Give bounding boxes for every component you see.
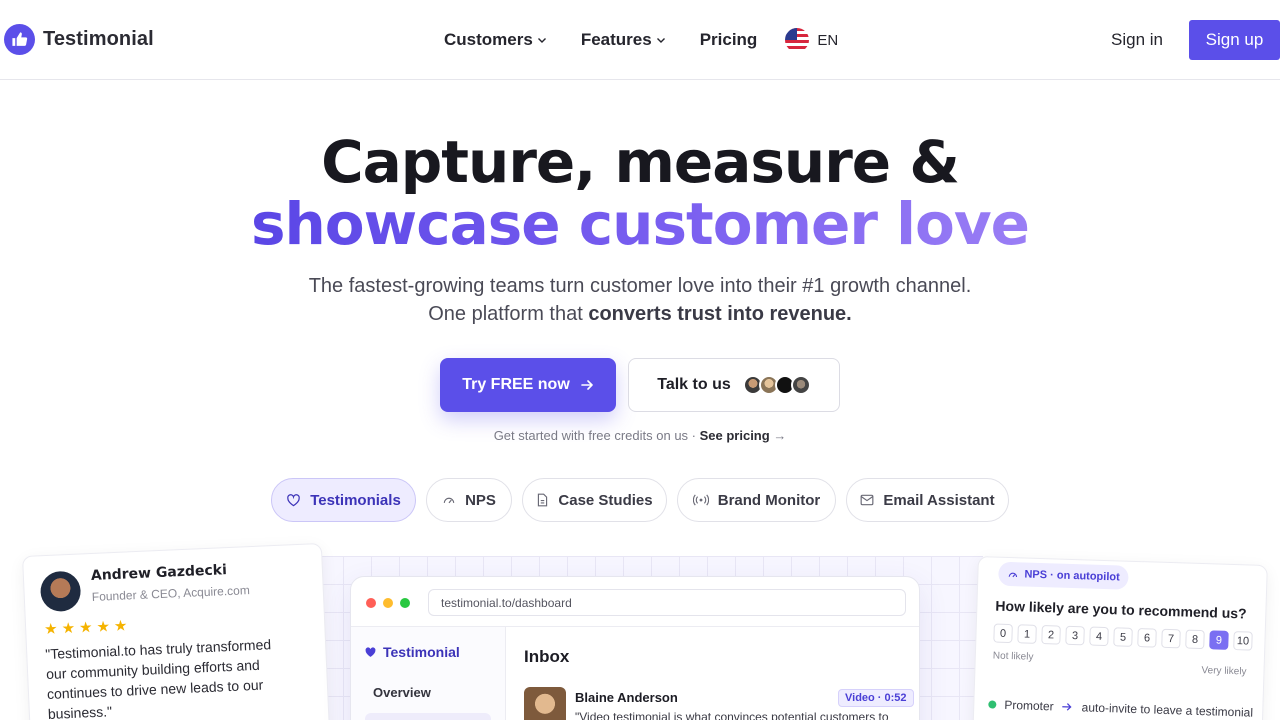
tab-testimonials-label: Testimonials [310, 491, 401, 509]
tab-email-assistant[interactable]: Email Assistant [846, 478, 1009, 522]
us-flag-icon [785, 28, 810, 52]
hero-subtitle-bold: converts trust into revenue. [588, 303, 852, 325]
nps-option[interactable]: 4 [1089, 626, 1109, 647]
dashboard-sidebar: Testimonial Overview [351, 627, 506, 720]
arrow-right-icon [580, 380, 593, 390]
nps-option[interactable]: 3 [1065, 625, 1085, 646]
nps-option[interactable]: 7 [1161, 628, 1181, 649]
video-badge: Video · 0:52 [838, 689, 914, 707]
heart-icon [287, 494, 301, 507]
promoter-label: Promoter [1004, 697, 1054, 714]
thumbs-up-icon [4, 24, 35, 55]
status-dot-icon [988, 700, 997, 709]
avatar [790, 375, 811, 395]
hero-subtitle-line1: The fastest-growing teams turn customer … [308, 275, 972, 297]
hero-title-line2: showcase customer love [0, 190, 1280, 258]
nav-pricing-label: Pricing [699, 30, 758, 49]
nps-low-label: Not likely [992, 650, 1034, 663]
free-credits-note: Get started with free credits on us · Se… [0, 428, 1280, 443]
nps-question: How likely are you to recommend us? [995, 597, 1247, 622]
tab-case-studies[interactable]: Case Studies [522, 478, 667, 522]
dashboard-brand: Testimonial [364, 644, 460, 660]
hero-title-line1: Capture, measure & [321, 128, 960, 196]
language-label: EN [817, 31, 839, 49]
main-nav: Customers Features Pricing EN [444, 28, 838, 52]
team-avatars [742, 375, 811, 395]
star-rating: ★★★★★ [43, 617, 132, 639]
nps-card: NPS · on autopilot How likely are you to… [972, 556, 1268, 720]
chevron-down-icon [537, 38, 546, 43]
see-pricing-arrow-icon: → [773, 428, 787, 443]
brand-name: Testimonial [43, 28, 154, 50]
nav-customers-label: Customers [444, 30, 533, 49]
message-preview: "Video testimonial is what convinces pot… [575, 710, 889, 720]
hero-subtitle-prefix: One platform that [428, 303, 589, 325]
sidebar-item-overview[interactable]: Overview [373, 685, 431, 700]
browser-toolbar: testimonial.to/dashboard [351, 577, 919, 627]
try-free-label: Try FREE now [462, 376, 570, 393]
nps-option[interactable]: 8 [1185, 629, 1205, 650]
message-sender[interactable]: Blaine Anderson [575, 690, 678, 705]
heart-icon [365, 647, 376, 657]
nav-customers[interactable]: Customers [444, 30, 547, 50]
window-maximize-dot [400, 598, 410, 608]
nav-features[interactable]: Features [581, 30, 666, 50]
window-close-dot [366, 598, 376, 608]
hero-subtitle-line2: One platform that converts trust into re… [0, 303, 1280, 326]
avatar [524, 687, 566, 720]
tab-brand-monitor-label: Brand Monitor [717, 491, 821, 509]
nav-pricing[interactable]: Pricing [700, 30, 758, 50]
testimonial-text: "Testimonial.to has truly transformed ou… [44, 636, 272, 720]
brand-logo[interactable]: Testimonial [4, 24, 154, 55]
nps-tag-label: NPS · on autopilot [1024, 568, 1120, 584]
inbox-title: Inbox [524, 647, 570, 666]
avatar [39, 570, 82, 613]
document-icon [538, 493, 548, 507]
nps-option[interactable]: 0 [993, 623, 1013, 644]
reviewer-name: Andrew Gazdecki [90, 562, 228, 585]
tab-testimonials[interactable]: Testimonials [271, 478, 416, 522]
nav-features-label: Features [580, 30, 652, 49]
chevron-down-icon [656, 38, 665, 43]
tab-case-studies-label: Case Studies [558, 491, 653, 509]
hero-title-gradient-text: showcase customer love [250, 190, 1030, 258]
top-navbar: Testimonial Customers Features Pricing E… [0, 0, 1280, 80]
promoter-rule: Promoter auto-invite to leave a testimon… [988, 697, 1254, 720]
tab-nps-label: NPS [465, 491, 496, 509]
nps-high-label: Very likely [1201, 665, 1247, 678]
sign-up-button[interactable]: Sign up [1189, 20, 1280, 60]
language-selector[interactable]: EN [785, 28, 838, 52]
sign-in-link[interactable]: Sign in [1111, 30, 1163, 50]
nps-scale: 0 1 2 3 4 5 6 7 8 9 10 [993, 623, 1253, 651]
promoter-action: auto-invite to leave a testimonial [1081, 700, 1254, 720]
nps-option[interactable]: 1 [1017, 624, 1037, 644]
window-minimize-dot [383, 598, 393, 608]
sidebar-item-active[interactable] [365, 713, 491, 720]
arrow-right-icon [1062, 703, 1072, 711]
broadcast-icon [692, 494, 709, 506]
nps-option[interactable]: 10 [1233, 631, 1253, 651]
talk-to-us-button[interactable]: Talk to us [628, 358, 840, 412]
see-pricing-link[interactable]: See pricing [700, 428, 770, 443]
reviewer-title: Founder & CEO, Acquire.com [91, 583, 251, 604]
nps-tag: NPS · on autopilot [998, 561, 1130, 590]
nps-option[interactable]: 2 [1041, 625, 1061, 645]
nps-option[interactable]: 5 [1113, 627, 1133, 647]
tab-brand-monitor[interactable]: Brand Monitor [677, 478, 836, 522]
gauge-icon [443, 497, 455, 504]
testimonial-card: Andrew Gazdecki Founder & CEO, Acquire.c… [22, 542, 331, 720]
dashboard-preview: testimonial.to/dashboard Testimonial Ove… [350, 576, 920, 720]
mail-icon [861, 494, 874, 506]
try-free-button[interactable]: Try FREE now [440, 358, 616, 412]
tab-email-assistant-label: Email Assistant [883, 491, 995, 509]
nps-option[interactable]: 6 [1137, 628, 1157, 648]
nps-option-selected[interactable]: 9 [1209, 630, 1229, 650]
free-credits-text: Get started with free credits on us · [493, 428, 700, 443]
address-bar[interactable]: testimonial.to/dashboard [428, 589, 906, 616]
gauge-icon [1008, 572, 1018, 577]
talk-to-us-label: Talk to us [657, 376, 731, 393]
tab-nps[interactable]: NPS [426, 478, 512, 522]
dashboard-brand-label: Testimonial [383, 644, 460, 660]
